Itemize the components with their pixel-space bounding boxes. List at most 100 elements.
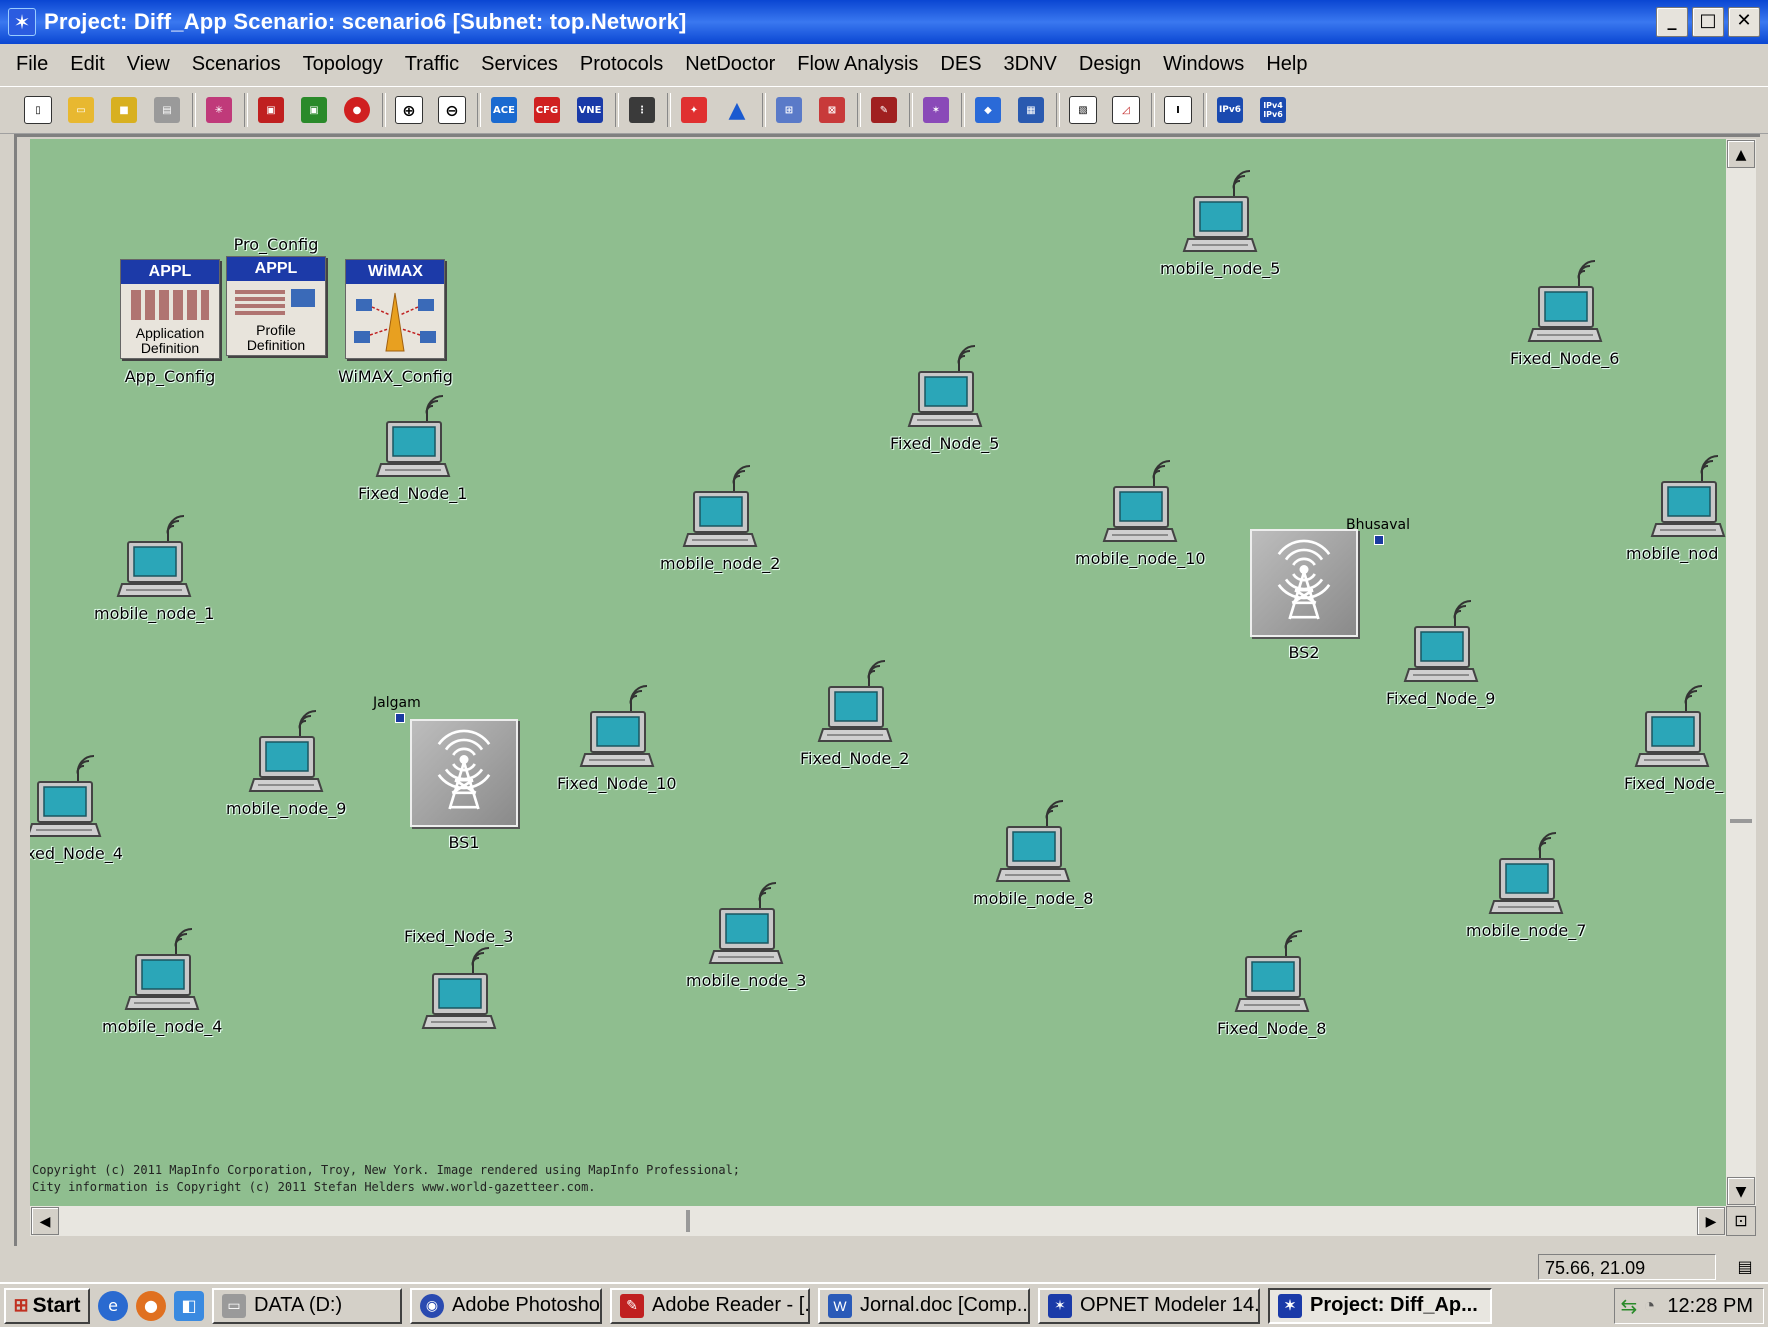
title-bar[interactable]: ✶ Project: Diff_App Scenario: scenario6 … xyxy=(0,0,1768,44)
menu-view[interactable]: View xyxy=(116,48,181,80)
app-config-node[interactable]: APPL Application Definition App_Config xyxy=(120,259,220,386)
mobile-node-4[interactable]: mobile_node_4 xyxy=(102,927,222,1036)
info-icon[interactable]: I xyxy=(1160,92,1196,128)
zoom-in-icon[interactable]: ⊕ xyxy=(391,92,427,128)
scroll-down-icon[interactable]: ▼ xyxy=(1727,1177,1755,1205)
network-tray-icon[interactable]: ⇆ xyxy=(1621,1294,1638,1319)
task-data-drive[interactable]: ▭ DATA (D:) xyxy=(212,1287,402,1324)
save-icon[interactable]: ■ xyxy=(106,92,142,128)
cfg-icon[interactable]: CFG xyxy=(529,92,565,128)
menu-netdoctor[interactable]: NetDoctor xyxy=(674,48,786,80)
zoom-to-fit-icon[interactable]: ⊡ xyxy=(1726,1206,1756,1236)
pin-icon[interactable]: ✎ xyxy=(866,92,902,128)
new-file-icon[interactable]: ▯ xyxy=(20,92,56,128)
ipv4-ipv6-icon[interactable]: IPv4 IPv6 xyxy=(1255,92,1291,128)
fixed-node-3[interactable]: Fixed_Node_3 xyxy=(404,927,513,1036)
fixed-node-9[interactable]: Fixed_Node_9 xyxy=(1386,599,1495,708)
scroll-left-icon[interactable]: ◀ xyxy=(31,1207,59,1235)
firefox-icon[interactable]: ● xyxy=(136,1290,166,1321)
mobile-node-9[interactable]: mobile_node_9 xyxy=(226,709,346,818)
fixed-node-7[interactable]: Fixed_Node_ xyxy=(1624,684,1723,793)
app-config-caption: Application Definition xyxy=(121,326,219,356)
maximize-button[interactable]: □ xyxy=(1692,7,1724,37)
minimize-button[interactable]: _ xyxy=(1656,7,1688,37)
view-results-icon[interactable]: ▧ xyxy=(1065,92,1101,128)
vne-icon[interactable]: VNE xyxy=(572,92,608,128)
clock[interactable]: 12:28 PM xyxy=(1667,1295,1753,1318)
task-photoshop[interactable]: ◉ Adobe Photoshop xyxy=(410,1287,602,1324)
fixed-node-10[interactable]: Fixed_Node_10 xyxy=(557,684,677,793)
menu-traffic[interactable]: Traffic xyxy=(394,48,470,80)
task-adobe-reader[interactable]: ✎ Adobe Reader - [... xyxy=(610,1287,810,1324)
menu-protocols[interactable]: Protocols xyxy=(569,48,674,80)
status-indicator-icon[interactable]: ▤ xyxy=(1730,1254,1760,1280)
traffic-light-icon[interactable]: ⋮ xyxy=(624,92,660,128)
fixed-node-8[interactable]: Fixed_Node_8 xyxy=(1217,929,1326,1038)
place-marker-icon[interactable]: ● xyxy=(339,92,375,128)
wimax-config-node[interactable]: WiMAX WiMAX_Config xyxy=(338,259,453,386)
menu-3dnv[interactable]: 3DNV xyxy=(993,48,1068,80)
mobile-node-8[interactable]: mobile_node_8 xyxy=(973,799,1093,908)
task-jornal-doc[interactable]: W Jornal.doc [Comp... xyxy=(818,1287,1030,1324)
graph-icon[interactable]: ◿ xyxy=(1108,92,1144,128)
mobile-node-7[interactable]: mobile_node_7 xyxy=(1466,831,1586,940)
print-icon[interactable]: ▤ xyxy=(149,92,185,128)
scroll-right-icon[interactable]: ▶ xyxy=(1697,1207,1725,1235)
triangle-icon[interactable]: ▲ xyxy=(719,92,755,128)
city-marker-bhusaval[interactable] xyxy=(1374,535,1384,545)
fixed-node-6[interactable]: Fixed_Node_6 xyxy=(1510,259,1619,368)
vertical-scroll-thumb[interactable] xyxy=(1730,819,1752,823)
fail-node-icon[interactable]: ▣ xyxy=(253,92,289,128)
network-map-canvas[interactable]: APPL Application Definition App_Config Pr… xyxy=(30,139,1726,1206)
configure-run-icon[interactable]: ✦ xyxy=(676,92,712,128)
star-topology-icon[interactable]: ✶ xyxy=(918,92,954,128)
ipv6-icon[interactable]: IPv6 xyxy=(1212,92,1248,128)
menu-windows[interactable]: Windows xyxy=(1152,48,1255,80)
simulation-icon[interactable]: ▦ xyxy=(1013,92,1049,128)
internet-explorer-icon[interactable]: e xyxy=(98,1290,128,1321)
zoom-out-icon[interactable]: ⊖ xyxy=(434,92,470,128)
mobile-node-2[interactable]: mobile_node_2 xyxy=(660,464,780,573)
menu-services[interactable]: Services xyxy=(470,48,569,80)
start-button[interactable]: ⊞ Start xyxy=(4,1287,90,1324)
mobile-node-1[interactable]: mobile_node_1 xyxy=(94,514,214,623)
horizontal-scrollbar[interactable]: ◀ ▶ xyxy=(30,1206,1726,1236)
menu-help[interactable]: Help xyxy=(1255,48,1318,80)
mobile-node-5[interactable]: mobile_node_5 xyxy=(1160,169,1280,278)
close-button[interactable]: ✕ xyxy=(1728,7,1760,37)
volume-tray-icon[interactable]: ◔ xyxy=(1643,1295,1655,1318)
scroll-up-icon[interactable]: ▲ xyxy=(1727,140,1755,168)
object-palette-icon[interactable]: ✳ xyxy=(201,92,237,128)
open-folder-icon[interactable]: ▭ xyxy=(63,92,99,128)
fixed-node-2[interactable]: Fixed_Node_2 xyxy=(800,659,909,768)
fixed-node-1[interactable]: Fixed_Node_1 xyxy=(358,394,467,503)
menu-topology[interactable]: Topology xyxy=(292,48,394,80)
fixed-node-4[interactable]: xed_Node_4 xyxy=(30,754,123,863)
fixed-node-5[interactable]: Fixed_Node_5 xyxy=(890,344,999,453)
pro-config-node[interactable]: Pro_Config APPL Profile Definition xyxy=(226,235,326,356)
task-opnet-modeler[interactable]: ✶ OPNET Modeler 14... xyxy=(1038,1287,1260,1324)
task-project-diff-app[interactable]: ✶ Project: Diff_Ap... xyxy=(1268,1287,1492,1324)
vertical-scrollbar[interactable]: ▲ ▼ xyxy=(1726,139,1756,1206)
menu-flow-analysis[interactable]: Flow Analysis xyxy=(786,48,929,80)
city-marker-jalgam[interactable] xyxy=(395,713,405,723)
ace-icon[interactable]: ACE xyxy=(486,92,522,128)
mesh-topology-icon[interactable]: ⊠ xyxy=(814,92,850,128)
network-topology-icon[interactable]: ⊞ xyxy=(771,92,807,128)
menu-edit[interactable]: Edit xyxy=(59,48,115,80)
menu-file[interactable]: File xyxy=(0,48,59,80)
ace-label: ACE xyxy=(491,97,517,123)
results-icon[interactable]: ◆ xyxy=(970,92,1006,128)
mobile-node-3[interactable]: mobile_node_3 xyxy=(686,881,806,990)
mobile-node-6[interactable]: mobile_nod xyxy=(1626,454,1726,563)
recover-node-icon[interactable]: ▣ xyxy=(296,92,332,128)
show-desktop-icon[interactable]: ◧ xyxy=(174,1290,204,1321)
bs2-node[interactable]: BS2 xyxy=(1250,529,1358,662)
menu-des[interactable]: DES xyxy=(929,48,992,80)
opnet-app-icon[interactable]: ✶ xyxy=(8,8,36,36)
mobile-node-10[interactable]: mobile_node_10 xyxy=(1075,459,1206,568)
horizontal-scroll-thumb[interactable] xyxy=(686,1210,690,1232)
menu-scenarios[interactable]: Scenarios xyxy=(181,48,292,80)
bs1-node[interactable]: BS1 xyxy=(410,719,518,852)
menu-design[interactable]: Design xyxy=(1068,48,1152,80)
